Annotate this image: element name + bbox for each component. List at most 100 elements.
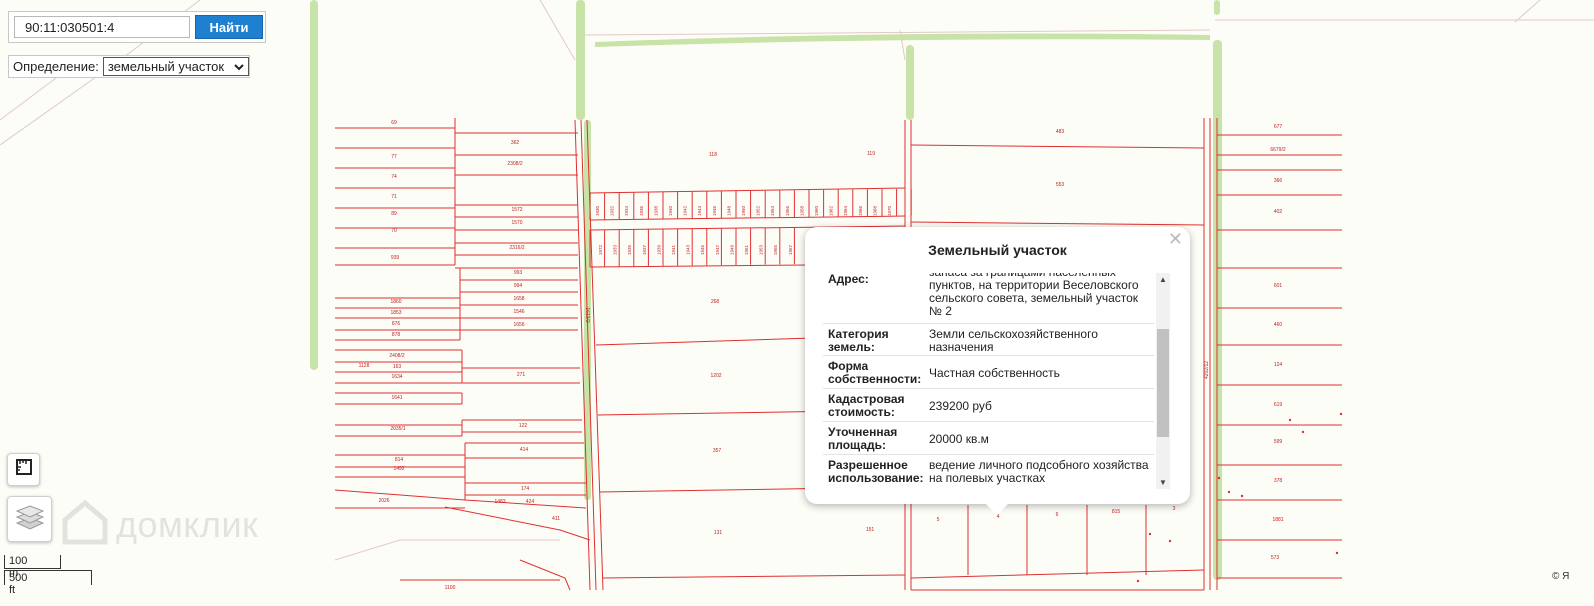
row-key: Адрес: <box>828 273 869 286</box>
parcel-number-label: 6 <box>1056 512 1059 518</box>
scroll-down-icon[interactable]: ▼ <box>1156 478 1170 487</box>
row-value: Частная собственность <box>929 366 1060 380</box>
parcel-number-label: 124 <box>1274 362 1283 368</box>
parcel-number-label: 77 <box>391 154 397 160</box>
parcel-number-label: 74 <box>391 174 397 180</box>
parcel-number-label: 1641 <box>391 395 402 401</box>
parcel-number-label: 1948 <box>726 205 731 216</box>
parcel-number-label: 1853 <box>390 310 401 316</box>
parcel-number-label: 4202/12 <box>1204 361 1210 379</box>
parcel-number-label: 1634 <box>391 374 402 380</box>
parcel-line <box>444 506 591 541</box>
parcel-number-label: 402 <box>1274 209 1283 215</box>
scrollbar-thumb[interactable] <box>1157 329 1169 437</box>
parcel-number-label: 1960 <box>814 205 819 216</box>
parcel-number-label: 1937 <box>642 244 647 255</box>
parcel-number-label: 1100 <box>445 585 456 591</box>
layers-button[interactable] <box>7 496 52 542</box>
parcel-number-label: 1934 <box>624 205 629 216</box>
search-button[interactable]: Найти <box>195 15 263 39</box>
parcel-number-label: 5 <box>937 517 940 523</box>
parcel-number-label: 619 <box>1274 402 1283 408</box>
row-value: Земли сельскохозяйственного назначения <box>929 327 1098 354</box>
map-background-roads <box>0 0 1594 561</box>
parcel-number-label: 2035/1 <box>390 426 406 432</box>
parcel-number-label: 1570 <box>511 220 522 226</box>
parcel-number-label: 1956 <box>785 205 790 216</box>
domclick-watermark: домклик <box>60 498 258 551</box>
parcel-number-label: 1202 <box>710 373 721 379</box>
parcel-number-label: 163 <box>393 364 402 370</box>
parcel-number-label: 119 <box>867 151 875 157</box>
parcel-number-label: 1943 <box>686 244 691 255</box>
parcel-number-label: 268 <box>711 299 720 305</box>
row-value: 20000 кв.м <box>929 432 989 446</box>
parcel-marker-dot <box>1168 539 1172 543</box>
row-key: Уточненная площадь: <box>828 425 898 452</box>
parcel-number-label: 1546 <box>513 309 524 315</box>
parcel-marker-dot <box>1240 494 1244 498</box>
parcel-number-label: 1944 <box>697 205 702 216</box>
layers-icon <box>15 504 44 535</box>
ruler-icon <box>15 458 33 481</box>
parcel-number-label: 2408/2 <box>389 353 405 359</box>
parcel-number-label: 1658 <box>513 296 524 302</box>
parcel-number-label: 1656 <box>513 322 524 328</box>
parcel-number-label: 1940 <box>668 205 673 216</box>
parcel-number-label: 1881 <box>1272 517 1283 523</box>
row-value: запаса за границами населенных пунктов, … <box>929 273 1139 318</box>
popup-body[interactable]: Адрес: запаса за границами населенных пу… <box>823 273 1154 486</box>
parcel-number-label: 1966 <box>858 205 863 216</box>
parcel-line <box>910 144 1205 149</box>
row-key: Категория земель: <box>828 327 889 354</box>
parcel-number-label: 815 <box>1112 509 1121 515</box>
parcel-number-label: 3 <box>1173 506 1176 512</box>
parcel-marker-dot <box>1339 412 1343 416</box>
popup-row-ownership: Форма собственности: Частная собственнос… <box>823 356 1154 389</box>
parcel-number-label: 1972 <box>598 244 603 255</box>
definition-selected-value: земельный участок <box>107 59 225 74</box>
parcel-number-label: 1954 <box>770 205 775 216</box>
parcel-number-label: 2316/2 <box>509 245 525 251</box>
parcel-number-label: 378 <box>1274 478 1283 484</box>
definition-label: Определение: <box>13 59 99 74</box>
scale-imperial-label: 500 ft <box>9 572 28 596</box>
parcel-marker-dot <box>1136 579 1140 583</box>
parcel-line <box>589 264 809 268</box>
parcel-marker-dot <box>1288 418 1292 422</box>
definition-panel: Определение: земельный участок <box>8 55 250 78</box>
definition-select[interactable]: земельный участок <box>102 57 249 76</box>
parcel-number-label: 1483 <box>494 499 505 505</box>
parcel-number-label: 1941 <box>671 244 676 255</box>
parcel-marker-dot <box>1335 551 1339 555</box>
parcel-marker-dot <box>1217 476 1221 480</box>
parcel-number-label: 424 <box>526 499 535 505</box>
parcel-line <box>910 221 1205 226</box>
chevron-down-icon <box>234 59 244 74</box>
parcel-number-label: 174 <box>521 486 530 492</box>
popup-pointer <box>986 504 1008 515</box>
parcel-number-label: 460 <box>1274 322 1283 328</box>
parcel-number-label: 1930 <box>595 205 600 216</box>
parcel-number-label: 1613/2 <box>584 307 590 323</box>
parcel-number-label: 1958 <box>799 205 804 216</box>
ruler-button[interactable] <box>7 453 40 486</box>
parcel-marker-dot <box>1148 532 1152 536</box>
parcel-number-label: 131 <box>714 530 723 536</box>
parcel-number-label: 483 <box>1056 129 1065 135</box>
house-logo-icon <box>60 498 110 551</box>
popup-scrollbar[interactable]: ▲ ▼ <box>1156 273 1170 489</box>
parcel-number-label: 1933 <box>613 244 618 255</box>
parcel-number-label: 876 <box>392 321 401 327</box>
cadastral-search-input[interactable] <box>14 16 190 38</box>
parcel-number-label: 71 <box>391 194 397 200</box>
parcel-number-label: 122 <box>519 423 528 429</box>
parcel-number-label: 271 <box>517 372 526 378</box>
parcel-number-label: 553 <box>1056 182 1065 188</box>
parcel-number-label: 151 <box>866 527 875 533</box>
parcel-number-label: 1935 <box>627 244 632 255</box>
scroll-up-icon[interactable]: ▲ <box>1156 275 1170 284</box>
row-key: Форма собственности: <box>828 359 922 386</box>
parcel-number-label: 1946 <box>712 205 717 216</box>
parcel-number-label: 994 <box>514 283 523 289</box>
